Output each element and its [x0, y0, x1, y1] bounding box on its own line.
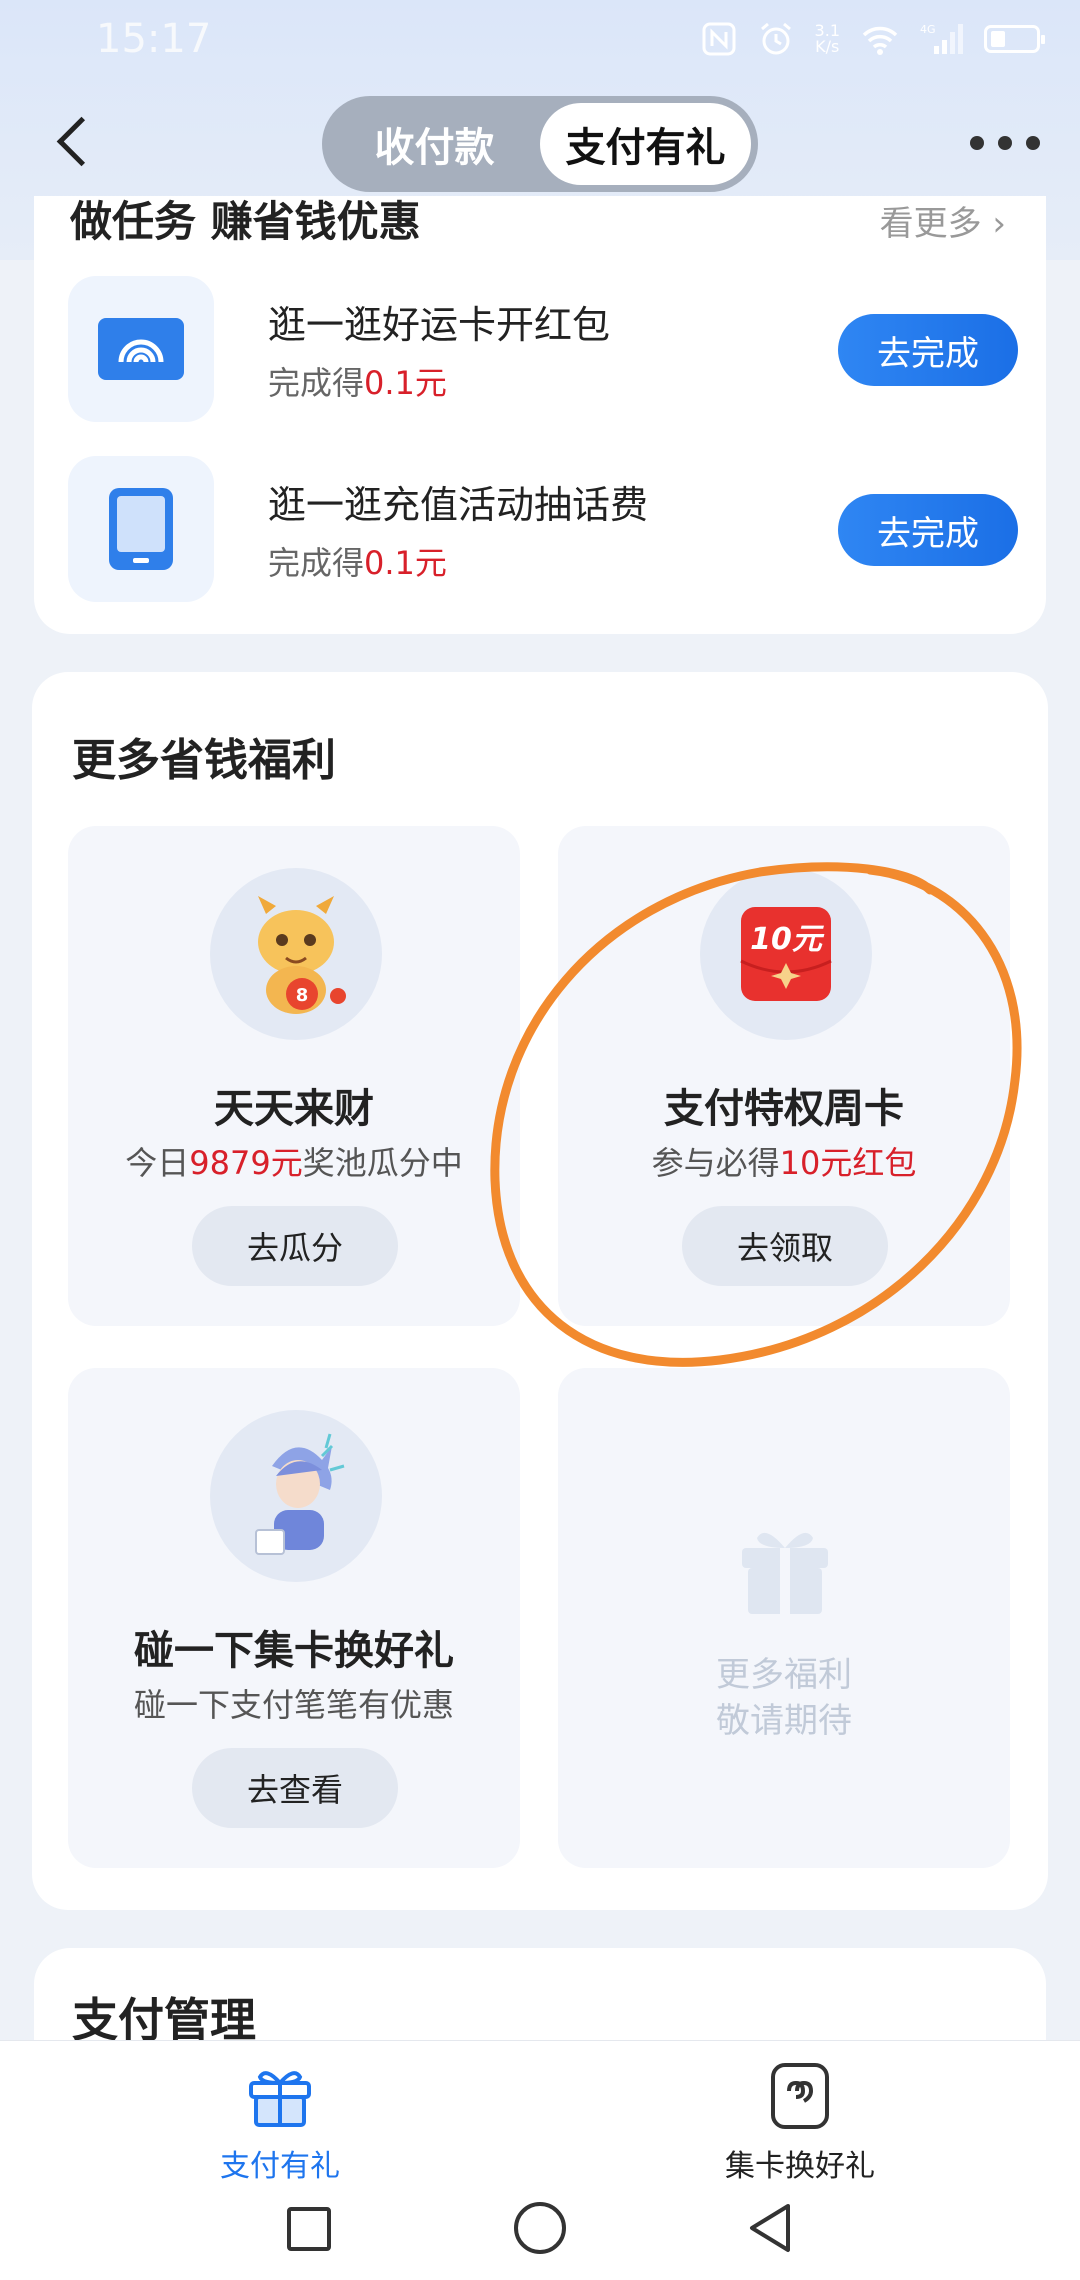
- claim-button[interactable]: 去领取: [682, 1206, 888, 1286]
- mascot-badge-number: 8: [296, 985, 309, 1006]
- benefit-tile-privilege-weekly-card[interactable]: 10元 支付特权周卡 参与必得10元红包 去领取: [558, 826, 1010, 1326]
- benefit-subtitle: 今日9879元奖池瓜分中: [68, 1138, 520, 1184]
- bottom-tab-bar: 支付有礼 集卡换好礼: [0, 2040, 1080, 2190]
- system-nav-bar: [0, 2190, 1080, 2280]
- envelope-amount: 10元: [750, 922, 825, 957]
- nfc-icon: [702, 22, 736, 56]
- benefit-title: 天天来财: [214, 1086, 374, 1132]
- sub-suffix: 奖池瓜分中: [302, 1144, 463, 1182]
- sub-highlight: 10元红包: [779, 1144, 917, 1182]
- avatar: 10元: [700, 868, 872, 1040]
- task-title: 逛一逛充值活动抽话费: [268, 483, 649, 527]
- benefit-subtitle: 碰一下支付笔笔有优惠: [133, 1686, 454, 1724]
- wifi-icon: [862, 26, 898, 55]
- task-icon-box: [68, 456, 214, 602]
- tasks-card: 做任务 赚省钱优惠 看更多 › 逛一逛好运卡开红包 完成得0.1元 去完成 逛一…: [34, 196, 1046, 634]
- reward-amount: 0.1元: [364, 544, 447, 582]
- complete-task-button[interactable]: 去完成: [838, 494, 1018, 566]
- gift-icon: [249, 2071, 311, 2127]
- share-pool-button[interactable]: 去瓜分: [192, 1206, 398, 1286]
- dragon-mascot-icon: 8: [258, 896, 346, 1014]
- benefits-title: 更多省钱福利: [72, 735, 336, 786]
- see-more-link[interactable]: 看更多 ›: [880, 196, 1006, 245]
- task-row: 逛一逛充值活动抽话费 完成得0.1元 去完成: [68, 456, 1018, 602]
- avatar: [210, 1410, 382, 1582]
- nav-bar: 收付款 支付有礼: [0, 92, 1080, 194]
- segmented-control: 收付款 支付有礼: [322, 96, 758, 192]
- more-options-button[interactable]: [970, 130, 1040, 156]
- view-button[interactable]: 去查看: [192, 1748, 398, 1828]
- sub-highlight: 9879元: [189, 1144, 303, 1182]
- tab-label: 支付有礼: [220, 2149, 340, 2184]
- benefit-title: 碰一下集卡换好礼: [134, 1628, 454, 1674]
- network-speed: 3.1 K/s: [815, 23, 840, 55]
- reward-prefix: 完成得: [268, 544, 365, 582]
- signal-icon: 4G: [920, 23, 963, 54]
- tab-collect-cards[interactable]: 集卡换好礼: [650, 2061, 950, 2184]
- card-collect-icon: [771, 2063, 829, 2129]
- battery-icon: [984, 25, 1045, 53]
- complete-task-button[interactable]: 去完成: [838, 314, 1018, 386]
- benefit-tile-daily-fortune[interactable]: 8 天天来财 今日9879元奖池瓜分中 去瓜分: [68, 826, 520, 1326]
- coming-soon-line2: 敬请期待: [716, 1701, 852, 1741]
- speed-unit: K/s: [815, 37, 840, 56]
- back-triangle-icon[interactable]: [744, 2202, 796, 2254]
- back-button[interactable]: [48, 112, 108, 172]
- dot-icon: [998, 136, 1012, 150]
- red-envelope-icon: 10元: [740, 907, 832, 1001]
- home-button[interactable]: [514, 2202, 566, 2254]
- benefit-title: 支付特权周卡: [664, 1086, 904, 1132]
- avatar: 8: [210, 868, 382, 1040]
- recent-apps-button[interactable]: [287, 2207, 331, 2251]
- task-reward: 完成得0.1元: [268, 358, 447, 404]
- sub-prefix: 今日: [125, 1144, 190, 1182]
- task-title: 逛一逛好运卡开红包: [268, 303, 611, 347]
- reward-prefix: 完成得: [268, 364, 365, 402]
- task-reward: 完成得0.1元: [268, 538, 447, 584]
- coming-soon-line1: 更多福利: [716, 1655, 852, 1695]
- reward-amount: 0.1元: [364, 364, 447, 402]
- tab-pay-rewards-bottom[interactable]: 支付有礼: [130, 2061, 430, 2184]
- benefit-subtitle: 参与必得10元红包: [558, 1138, 1010, 1184]
- wifi-card-icon: [98, 318, 184, 380]
- alarm-icon: [760, 22, 791, 55]
- benefits-card: 更多省钱福利 8 天天来财 今日9879元奖池瓜分中 去瓜分 10元 支付特权周…: [32, 672, 1048, 1910]
- tab-collect-pay[interactable]: 收付款: [329, 103, 540, 185]
- status-time: 15:17: [96, 16, 212, 62]
- benefit-tile-coming-soon: 更多福利 敬请期待: [558, 1368, 1010, 1868]
- phone-icon: [109, 488, 173, 570]
- network-type: 4G: [920, 23, 936, 36]
- status-bar: 15:17 3.1 K/s 4G: [0, 0, 1080, 78]
- gift-icon: [742, 1532, 828, 1614]
- sub-prefix: 参与必得: [651, 1144, 780, 1182]
- dot-icon: [1026, 136, 1040, 150]
- task-row: 逛一逛好运卡开红包 完成得0.1元 去完成: [68, 276, 1018, 422]
- task-icon-box: [68, 276, 214, 422]
- benefit-tile-tap-collect-cards[interactable]: 碰一下集卡换好礼 碰一下支付笔笔有优惠 去查看: [68, 1368, 520, 1868]
- dot-icon: [970, 136, 984, 150]
- status-icons: 3.1 K/s 4G: [701, 20, 1045, 58]
- tab-label: 集卡换好礼: [725, 2149, 875, 2184]
- character-mascot-icon: [255, 1433, 345, 1555]
- tasks-title: 做任务 赚省钱优惠: [70, 197, 421, 246]
- tab-pay-rewards[interactable]: 支付有礼: [540, 103, 751, 185]
